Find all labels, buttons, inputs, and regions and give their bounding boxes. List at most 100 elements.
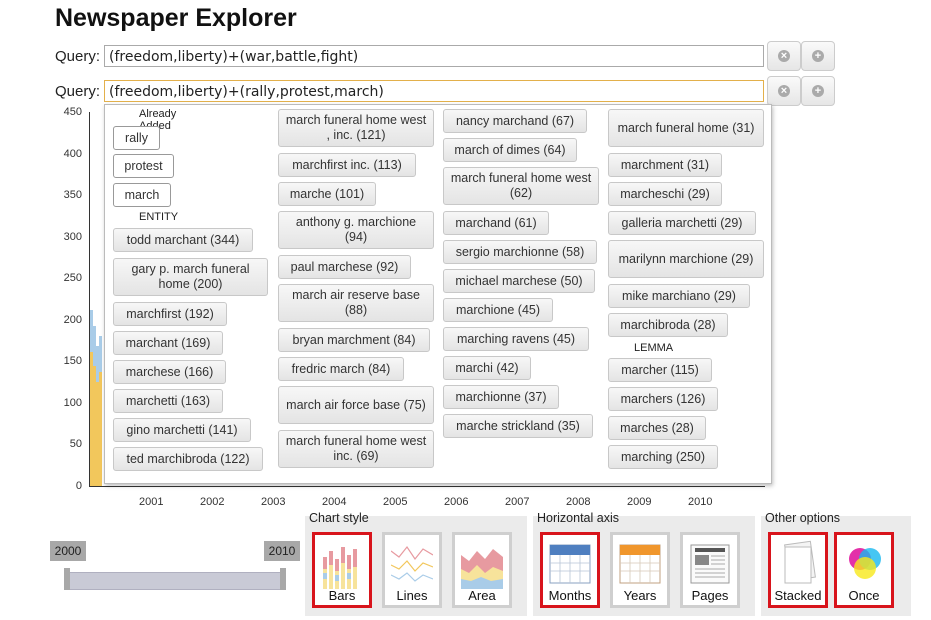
- suggestion-chip[interactable]: marcheschi (29): [608, 182, 722, 206]
- query-label-2: Query:: [55, 83, 101, 100]
- bars-label: Bars: [328, 588, 356, 603]
- suggestion-chip[interactable]: march air reserve base (88): [278, 284, 434, 322]
- time-range-slider[interactable]: [66, 572, 286, 590]
- chart-style-title: Chart style: [309, 511, 369, 525]
- y-tick-label: 250: [63, 272, 82, 284]
- suggestion-chip[interactable]: fredric march (84): [278, 357, 404, 381]
- x-tick-label: 2008: [566, 496, 591, 508]
- suggestion-chip[interactable]: marchionne (37): [443, 385, 559, 409]
- once-label: Once: [848, 588, 880, 603]
- end-year-label: 2010: [264, 541, 300, 561]
- y-tick-label: 300: [63, 230, 82, 243]
- suggestion-chip[interactable]: paul marchese (92): [278, 255, 411, 279]
- already-added-chip[interactable]: protest: [113, 154, 174, 178]
- suggestion-chip[interactable]: march funeral home west , inc. (121): [278, 109, 434, 147]
- start-year-handle[interactable]: [64, 568, 70, 590]
- suggestion-chip[interactable]: ted marchibroda (122): [113, 447, 263, 471]
- suggestion-chip[interactable]: marche (101): [278, 182, 376, 206]
- close-icon: ×: [778, 85, 790, 97]
- months-label: Months: [548, 588, 592, 603]
- suggestion-chip[interactable]: marchetti (163): [113, 389, 223, 413]
- suggestion-chip[interactable]: marchand (61): [443, 211, 549, 235]
- autocomplete-dropdown: Already AddedrallyprotestmarchENTITYtodd…: [104, 104, 772, 484]
- lemma-chip[interactable]: marching (250): [608, 445, 718, 469]
- months-option[interactable]: Months: [540, 532, 600, 608]
- lines-option[interactable]: Lines: [382, 532, 442, 608]
- suggestion-chip[interactable]: gary p. march funeral home (200): [113, 258, 268, 296]
- suggestion-chip[interactable]: marchione (45): [443, 298, 553, 322]
- calendar-icon: [619, 544, 661, 584]
- lemma-chip[interactable]: marchers (126): [608, 387, 718, 411]
- pages-label: Pages: [691, 588, 729, 603]
- lemma-chip[interactable]: marches (28): [608, 416, 706, 440]
- once-option[interactable]: Once: [834, 532, 894, 608]
- add-query-button-2[interactable]: +: [801, 76, 835, 106]
- suggestion-chip[interactable]: march funeral home (31): [608, 109, 764, 147]
- x-tick-label: 2009: [627, 496, 652, 508]
- x-tick-label: 2002: [200, 496, 225, 508]
- suggestion-chip[interactable]: mike marchiano (29): [608, 284, 750, 308]
- lemma-heading: LEMMA: [634, 342, 674, 354]
- stacked-pages-icon: [784, 540, 816, 584]
- x-axis: [89, 486, 765, 487]
- horizontal-axis-title: Horizontal axis: [537, 511, 619, 525]
- suggestion-chip[interactable]: marche strickland (35): [443, 414, 593, 438]
- newspaper-icon: [690, 544, 730, 584]
- y-tick-label: 400: [63, 147, 82, 160]
- area-option[interactable]: Area: [452, 532, 512, 608]
- suggestion-chip[interactable]: marchant (169): [113, 331, 223, 355]
- x-tick-label: 2003: [261, 496, 286, 508]
- suggestion-chip[interactable]: todd marchant (344): [113, 228, 253, 252]
- lemma-chip[interactable]: marcher (115): [608, 358, 712, 382]
- y-tick-label: 0: [75, 479, 82, 492]
- suggestion-chip[interactable]: march funeral home west inc. (69): [278, 430, 434, 468]
- suggestion-chip[interactable]: marchfirst (192): [113, 302, 227, 326]
- query-input-1[interactable]: (freedom,liberty)+(war,battle,fight): [104, 45, 764, 67]
- chart-bar: [90, 352, 93, 486]
- suggestion-chip[interactable]: march air force base (75): [278, 386, 434, 424]
- suggestion-chip[interactable]: anthony g. marchione (94): [278, 211, 434, 249]
- remove-query-button-1[interactable]: ×: [767, 41, 801, 71]
- suggestion-chip[interactable]: marching ravens (45): [443, 327, 589, 351]
- suggestion-chip[interactable]: marchibroda (28): [608, 313, 728, 337]
- suggestion-chip[interactable]: marchi (42): [443, 356, 531, 380]
- suggestion-chip[interactable]: sergio marchionne (58): [443, 240, 597, 264]
- chart-bar: [99, 372, 102, 486]
- suggestion-chip[interactable]: bryan marchment (84): [278, 328, 430, 352]
- end-year-handle[interactable]: [280, 568, 286, 590]
- line-chart-icon: [391, 545, 433, 582]
- suggestion-chip[interactable]: march of dimes (64): [443, 138, 577, 162]
- other-options-title: Other options: [765, 511, 841, 525]
- already-added-chip[interactable]: rally: [113, 126, 160, 150]
- stacked-label: Stacked: [774, 588, 822, 603]
- remove-query-button-2[interactable]: ×: [767, 76, 801, 106]
- suggestion-chip[interactable]: march funeral home west (62): [443, 167, 599, 205]
- bars-option[interactable]: Bars: [312, 532, 372, 608]
- page-title: Newspaper Explorer: [55, 4, 297, 32]
- years-option[interactable]: Years: [610, 532, 670, 608]
- y-tick-label: 350: [63, 189, 82, 201]
- stacked-option[interactable]: Stacked: [768, 532, 828, 608]
- suggestion-chip[interactable]: gino marchetti (141): [113, 418, 251, 442]
- y-tick-label: 150: [63, 355, 82, 367]
- close-icon: ×: [778, 50, 790, 62]
- query-input-2[interactable]: (freedom,liberty)+(rally,protest,march): [104, 80, 764, 102]
- suggestion-chip[interactable]: marchese (166): [113, 360, 226, 384]
- x-tick-label: 2007: [505, 496, 530, 508]
- x-tick-label: 2004: [322, 496, 347, 508]
- query-label-1: Query:: [55, 48, 101, 65]
- y-tick-label: 450: [63, 106, 82, 118]
- suggestion-chip[interactable]: marchment (31): [608, 153, 722, 177]
- suggestion-chip[interactable]: michael marchese (50): [443, 269, 595, 293]
- bar-chart-icon: [321, 539, 363, 589]
- y-tick-label: 50: [69, 438, 82, 450]
- plus-icon: +: [812, 85, 824, 97]
- suggestion-chip[interactable]: nancy marchand (67): [443, 109, 587, 133]
- suggestion-chip[interactable]: marchfirst inc. (113): [278, 153, 416, 177]
- pages-option[interactable]: Pages: [680, 532, 740, 608]
- add-query-button-1[interactable]: +: [801, 41, 835, 71]
- suggestion-chip[interactable]: marilynn marchione (29): [608, 240, 764, 278]
- suggestion-chip[interactable]: galleria marchetti (29): [608, 211, 756, 235]
- area-chart-icon: [461, 549, 503, 589]
- already-added-chip[interactable]: march: [113, 183, 171, 207]
